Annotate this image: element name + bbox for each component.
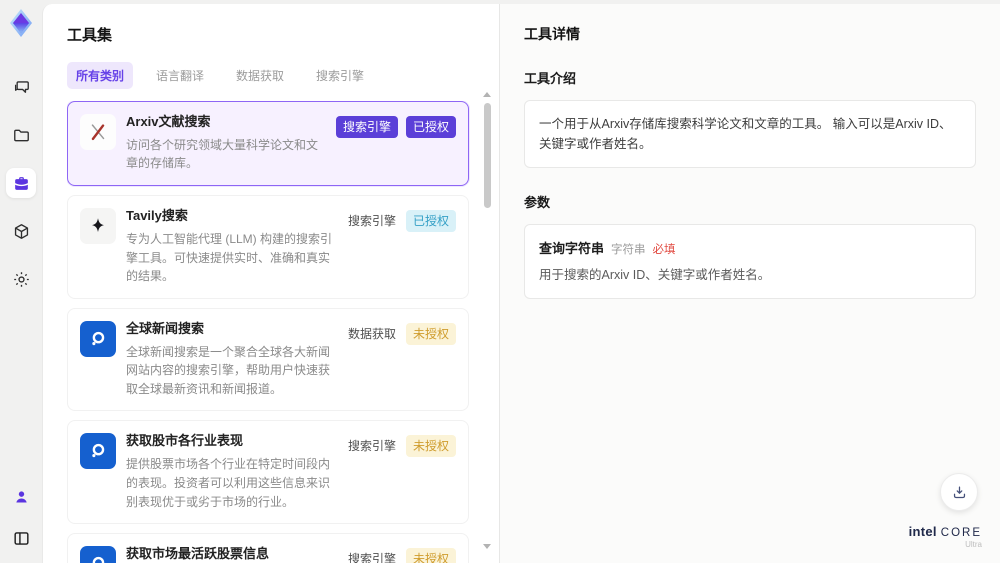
tab-search-engine[interactable]: 搜索引擎 — [307, 62, 373, 89]
user-icon[interactable] — [6, 481, 36, 511]
tool-list: Arxiv文献搜索 访问各个研究领域大量科学论文和文章的存储库。 搜索引擎 已授… — [67, 101, 473, 563]
stock-sector-icon — [80, 433, 116, 470]
detail-title: 工具详情 — [524, 26, 580, 42]
tool-card-global-news[interactable]: 全球新闻搜索 全球新闻搜索是一个聚合全球各大新闻网站内容的搜索引擎，帮助用户快速… — [67, 307, 469, 412]
tool-card-arxiv[interactable]: Arxiv文献搜索 访问各个研究领域大量科学论文和文章的存储库。 搜索引擎 已授… — [67, 101, 469, 187]
tool-name: Arxiv文献搜索 — [126, 114, 211, 129]
left-rail — [0, 0, 42, 563]
app-window: 工具集 所有类别 语言翻译 数据获取 搜索引擎 Arxiv文献搜索 访问各个研究… — [0, 0, 1000, 563]
toolbox-icon[interactable] — [6, 168, 36, 198]
scrollbar-thumb[interactable] — [483, 103, 491, 208]
tab-all-categories[interactable]: 所有类别 — [67, 62, 134, 89]
params-heading: 参数 — [524, 195, 551, 210]
category-badge: 搜索引擎 — [335, 116, 398, 138]
brand-core: CORE — [940, 527, 982, 539]
intro-box: 一个用于从Arxiv存储库搜索科学论文和文章的工具。 输入可以是Arxiv ID… — [524, 100, 976, 168]
tool-desc: 提供股票市场各个行业在特定时间段内的表现。投资者可以利用这些信息来识别表现优于或… — [126, 457, 331, 509]
active-stock-icon — [80, 546, 116, 563]
tool-name: 获取市场最活跃股票信息 — [126, 546, 270, 562]
auth-badge: 未授权 — [405, 435, 456, 458]
tool-name: 获取股市各行业表现 — [126, 433, 244, 449]
brand-intel: intel — [908, 524, 937, 539]
category-badge: 搜索引擎 — [347, 439, 396, 454]
tool-card-tavily[interactable]: Tavily搜索 专为人工智能代理 (LLM) 构建的搜索引擎工具。可快速提供实… — [67, 195, 469, 299]
tool-detail-panel: 工具详情 工具介绍 一个用于从Arxiv存储库搜索科学论文和文章的工具。 输入可… — [499, 4, 1000, 563]
download-button[interactable] — [940, 473, 978, 511]
tool-desc: 访问各个研究领域大量科学论文和文章的存储库。 — [126, 137, 319, 171]
tab-data-fetch[interactable]: 数据获取 — [227, 62, 293, 89]
param-name: 查询字符串 — [539, 241, 605, 256]
category-badge: 数据获取 — [347, 326, 396, 341]
category-badge: 搜索引擎 — [347, 552, 396, 563]
tool-card-active-stocks[interactable]: 获取市场最活跃股票信息 提供当天交易量最高的股票列表。投资者可以利用这些信息来识… — [67, 533, 469, 563]
tool-list-panel: 工具集 所有类别 语言翻译 数据获取 搜索引擎 Arxiv文献搜索 访问各个研究… — [43, 4, 499, 563]
tool-card-stock-sectors[interactable]: 获取股市各行业表现 提供股票市场各个行业在特定时间段内的表现。投资者可以利用这些… — [67, 420, 469, 525]
param-type: 字符串 — [611, 244, 646, 256]
auth-badge: 未授权 — [405, 322, 456, 345]
category-tabs: 所有类别 语言翻译 数据获取 搜索引擎 — [67, 62, 473, 89]
brand-ultra: Ultra — [965, 540, 982, 549]
settings-icon[interactable] — [6, 264, 36, 294]
tab-language-translation[interactable]: 语言翻译 — [147, 62, 213, 89]
param-box: 查询字符串 字符串 必填 用于搜索的Arxiv ID、关键字或作者姓名。 — [524, 224, 976, 299]
download-icon — [953, 486, 965, 498]
tool-desc: 全球新闻搜索是一个聚合全球各大新闻网站内容的搜索引擎，帮助用户快速获取全球最新资… — [126, 344, 331, 396]
auth-badge: 未授权 — [405, 548, 456, 563]
app-logo-icon[interactable] — [6, 8, 36, 38]
panel-toggle-icon[interactable] — [6, 523, 36, 553]
param-desc: 用于搜索的Arxiv ID、关键字或作者姓名。 — [539, 268, 771, 282]
tool-name: Tavily搜索 — [126, 208, 188, 224]
list-scrollbar[interactable] — [482, 92, 492, 549]
cube-icon[interactable] — [6, 216, 36, 246]
tavily-icon — [80, 208, 116, 245]
scroll-down-arrow-icon[interactable] — [483, 544, 491, 549]
tool-desc: 专为人工智能代理 (LLM) 构建的搜索引擎工具。可快速提供实时、准确和真实的结… — [126, 231, 333, 284]
intro-heading: 工具介绍 — [524, 71, 577, 86]
page-title: 工具集 — [67, 27, 113, 44]
category-badge: 搜索引擎 — [347, 214, 396, 229]
chat-icon[interactable] — [6, 72, 36, 102]
auth-badge: 已授权 — [405, 210, 456, 233]
intel-core-logo: intel CORE Ultra — [909, 524, 982, 549]
param-required-flag: 必填 — [652, 244, 676, 256]
arxiv-icon — [80, 114, 116, 150]
auth-badge: 已授权 — [405, 116, 456, 138]
news-search-icon — [80, 320, 116, 357]
folder-icon[interactable] — [6, 120, 36, 150]
main-surface: 工具集 所有类别 语言翻译 数据获取 搜索引擎 Arxiv文献搜索 访问各个研究… — [42, 4, 1000, 563]
scroll-up-arrow-icon[interactable] — [483, 92, 491, 97]
tool-name: 全球新闻搜索 — [126, 320, 205, 336]
